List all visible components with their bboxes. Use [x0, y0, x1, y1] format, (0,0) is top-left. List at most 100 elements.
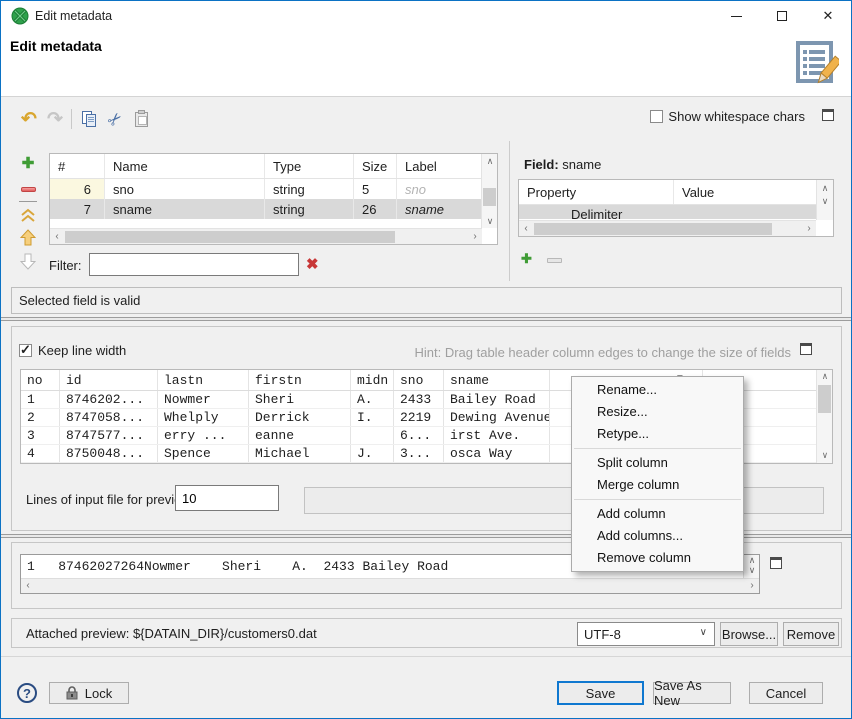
cell[interactable]: Spence [158, 445, 249, 462]
save-as-new-button[interactable]: Save As New [653, 682, 731, 704]
cell-label[interactable]: sname [397, 199, 482, 219]
property-horizontal-scrollbar[interactable]: ‹ › [519, 220, 816, 236]
cell[interactable]: 1 [21, 391, 60, 408]
cell[interactable]: eanne [249, 427, 351, 444]
cell-type[interactable]: string [265, 179, 354, 199]
col-header-sname[interactable]: sname [444, 370, 550, 390]
field-row-sname-selected[interactable]: 7 sname string 26 sname [50, 199, 497, 219]
browse-button[interactable]: Browse... [720, 622, 778, 646]
scroll-up-arrow[interactable]: ∧ [817, 371, 833, 383]
menu-item-add-column[interactable]: Add column [572, 503, 743, 525]
show-whitespace-checkbox[interactable]: Show whitespace chars [650, 109, 805, 124]
lines-of-input-field[interactable] [175, 485, 279, 511]
cell-size[interactable]: 26 [354, 199, 397, 219]
cell[interactable]: J. [351, 445, 394, 462]
scroll-right-arrow[interactable]: › [468, 230, 482, 244]
maximize-section-button[interactable] [800, 343, 812, 355]
raw-horizontal-scrollbar[interactable]: ‹ › [21, 578, 759, 593]
save-button[interactable]: Save [557, 681, 644, 705]
add-property-button[interactable]: ✚ [521, 251, 532, 266]
maximize-panel-button[interactable] [822, 109, 834, 121]
cell[interactable]: erry ... [158, 427, 249, 444]
scroll-left-arrow[interactable]: ‹ [50, 230, 64, 244]
move-up-button[interactable] [17, 227, 39, 247]
cell[interactable]: 8746202... [60, 391, 158, 408]
cell[interactable]: Whelply [158, 409, 249, 426]
section-sash[interactable] [1, 317, 851, 321]
property-vertical-scrollbar[interactable]: ∧ ∨ [816, 180, 833, 220]
scroll-down-arrow[interactable]: ∨ [817, 450, 833, 462]
property-table-header[interactable]: Property Value [519, 180, 833, 205]
cell[interactable]: 2 [21, 409, 60, 426]
paste-button[interactable] [129, 107, 153, 131]
col-header-no[interactable]: no [21, 370, 60, 390]
fields-vertical-scrollbar[interactable]: ∧ ∨ [481, 154, 497, 228]
scroll-right-arrow[interactable]: › [802, 222, 816, 236]
cell[interactable]: Derrick [249, 409, 351, 426]
clear-filter-icon[interactable]: ✖ [306, 255, 319, 273]
scroll-up-arrow[interactable]: ∧ [817, 182, 833, 194]
cell[interactable]: 8747058... [60, 409, 158, 426]
col-header-id[interactable]: id [60, 370, 158, 390]
scroll-thumb[interactable] [483, 188, 496, 206]
panel-divider[interactable] [509, 141, 510, 281]
encoding-select[interactable]: UTF-8 ∨ [577, 622, 715, 646]
add-field-button[interactable]: ✚ [17, 153, 39, 173]
help-button[interactable]: ? [17, 683, 37, 703]
lock-button[interactable]: Lock [49, 682, 129, 704]
cell[interactable]: A. [351, 391, 394, 408]
cell-label[interactable]: sno [397, 179, 482, 199]
scroll-thumb[interactable] [65, 231, 395, 243]
cell[interactable]: 8750048... [60, 445, 158, 462]
col-header-midn[interactable]: midn [351, 370, 394, 390]
maximize-raw-button[interactable] [770, 557, 782, 569]
cell[interactable]: osca Way [444, 445, 550, 462]
minimize-button[interactable] [713, 1, 759, 31]
cell[interactable]: 4 [21, 445, 60, 462]
menu-item-split-column[interactable]: Split column [572, 452, 743, 474]
col-header-lastn[interactable]: lastn [158, 370, 249, 390]
cell[interactable]: 2433 [394, 391, 444, 408]
scroll-up-arrow[interactable]: ∧ [482, 155, 498, 167]
cell-num[interactable]: 6 [50, 179, 105, 199]
scroll-thumb[interactable] [818, 385, 831, 413]
cell-num[interactable]: 7 [50, 199, 105, 219]
menu-item-remove-column[interactable]: Remove column [572, 547, 743, 569]
col-header-sno[interactable]: sno [394, 370, 444, 390]
col-header-label[interactable]: Label [397, 154, 482, 178]
cell[interactable]: Nowmer [158, 391, 249, 408]
checkbox-box[interactable] [650, 110, 663, 123]
cell[interactable]: 3 [21, 427, 60, 444]
remove-field-button[interactable] [17, 179, 39, 199]
menu-item-rename[interactable]: Rename... [572, 379, 743, 401]
scroll-right-arrow[interactable]: › [745, 579, 759, 593]
col-header-value[interactable]: Value [674, 180, 802, 204]
move-down-button[interactable] [17, 251, 39, 271]
scroll-down-arrow[interactable]: ∨ [482, 215, 498, 227]
menu-item-merge-column[interactable]: Merge column [572, 474, 743, 496]
col-header-type[interactable]: Type [265, 154, 354, 178]
cell[interactable]: I. [351, 409, 394, 426]
scroll-thumb[interactable] [534, 223, 772, 235]
cell[interactable]: 3... [394, 445, 444, 462]
copy-button[interactable] [77, 107, 101, 131]
cell[interactable]: irst Ave. [444, 427, 550, 444]
col-header-property[interactable]: Property [519, 180, 674, 204]
redo-button[interactable]: ↷ [43, 107, 67, 131]
cell[interactable]: Dewing Avenue [444, 409, 550, 426]
cancel-button[interactable]: Cancel [749, 682, 823, 704]
cell-size[interactable]: 5 [354, 179, 397, 199]
fields-table-header[interactable]: # Name Type Size Label [50, 154, 497, 179]
data-table-vertical-scrollbar[interactable]: ∧ ∨ [816, 370, 832, 463]
scroll-down-arrow[interactable]: ∨ [744, 564, 760, 576]
scroll-left-arrow[interactable]: ‹ [519, 222, 533, 236]
filter-input[interactable] [89, 253, 299, 276]
cell[interactable]: 6... [394, 427, 444, 444]
menu-item-add-columns[interactable]: Add columns... [572, 525, 743, 547]
cell[interactable]: 8747577... [60, 427, 158, 444]
col-header-size[interactable]: Size [354, 154, 397, 178]
cut-button[interactable]: ✂ [103, 107, 127, 131]
close-button[interactable]: ✕ [805, 1, 851, 31]
cell-name[interactable]: sname [105, 199, 265, 219]
cell[interactable] [351, 427, 394, 444]
